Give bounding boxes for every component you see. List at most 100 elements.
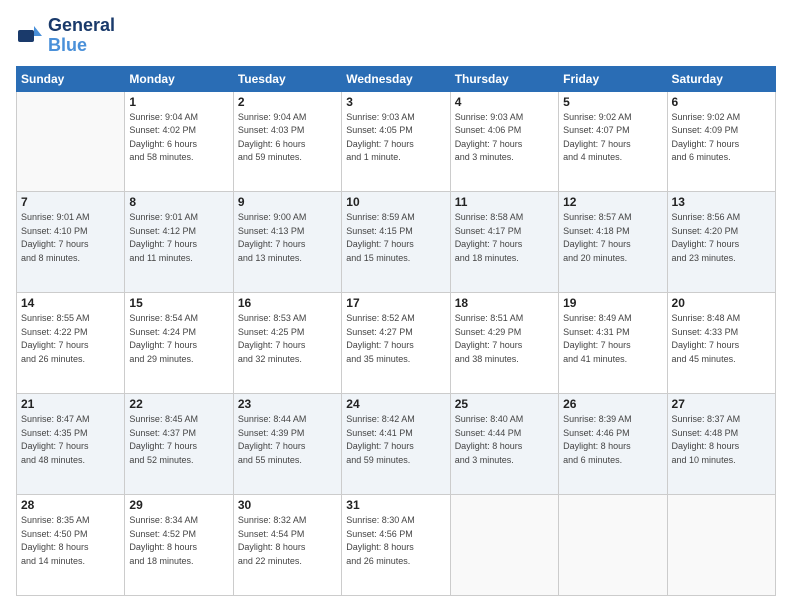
day-number: 17 [346, 296, 445, 310]
day-number: 22 [129, 397, 228, 411]
day-cell: 9 Sunrise: 9:00 AMSunset: 4:13 PMDaylight… [233, 192, 341, 293]
day-info: Sunrise: 9:00 AMSunset: 4:13 PMDaylight:… [238, 211, 337, 265]
day-number: 20 [672, 296, 771, 310]
day-number: 2 [238, 95, 337, 109]
day-number: 27 [672, 397, 771, 411]
day-cell: 3 Sunrise: 9:03 AMSunset: 4:05 PMDaylight… [342, 91, 450, 192]
day-number: 8 [129, 195, 228, 209]
day-info: Sunrise: 9:02 AMSunset: 4:09 PMDaylight:… [672, 111, 771, 165]
day-cell: 16 Sunrise: 8:53 AMSunset: 4:25 PMDayligh… [233, 293, 341, 394]
day-info: Sunrise: 8:39 AMSunset: 4:46 PMDaylight:… [563, 413, 662, 467]
day-info: Sunrise: 8:30 AMSunset: 4:56 PMDaylight:… [346, 514, 445, 568]
calendar-page: General Blue SundayMondayTuesdayWednesda… [0, 0, 792, 612]
day-number: 9 [238, 195, 337, 209]
day-cell [17, 91, 125, 192]
day-cell: 5 Sunrise: 9:02 AMSunset: 4:07 PMDaylight… [559, 91, 667, 192]
week-row-5: 28Sunrise: 8:35 AMSunset: 4:50 PMDayligh… [17, 495, 776, 596]
day-number: 6 [672, 95, 771, 109]
weekday-header-row: SundayMondayTuesdayWednesdayThursdayFrid… [17, 66, 776, 91]
day-info: Sunrise: 8:48 AMSunset: 4:33 PMDaylight:… [672, 312, 771, 366]
day-cell [450, 495, 558, 596]
day-number: 21 [21, 397, 120, 411]
day-cell: 8Sunrise: 9:01 AMSunset: 4:12 PMDaylight… [125, 192, 233, 293]
day-cell: 25 Sunrise: 8:40 AMSunset: 4:44 PMDayligh… [450, 394, 558, 495]
day-info: Sunrise: 8:47 AMSunset: 4:35 PMDaylight:… [21, 413, 120, 467]
day-info: Sunrise: 8:52 AMSunset: 4:27 PMDaylight:… [346, 312, 445, 366]
day-number: 7 [21, 195, 120, 209]
logo-name: General Blue [48, 16, 115, 56]
day-number: 16 [238, 296, 337, 310]
day-number: 18 [455, 296, 554, 310]
day-number: 5 [563, 95, 662, 109]
day-info: Sunrise: 8:51 AMSunset: 4:29 PMDaylight:… [455, 312, 554, 366]
weekday-header-wednesday: Wednesday [342, 66, 450, 91]
day-cell: 2 Sunrise: 9:04 AMSunset: 4:03 PMDaylight… [233, 91, 341, 192]
day-info: Sunrise: 8:45 AMSunset: 4:37 PMDaylight:… [129, 413, 228, 467]
day-info: Sunrise: 8:44 AMSunset: 4:39 PMDaylight:… [238, 413, 337, 467]
weekday-header-thursday: Thursday [450, 66, 558, 91]
day-number: 26 [563, 397, 662, 411]
day-info: Sunrise: 9:02 AMSunset: 4:07 PMDaylight:… [563, 111, 662, 165]
day-info: Sunrise: 8:35 AMSunset: 4:50 PMDaylight:… [21, 514, 120, 568]
day-cell: 18 Sunrise: 8:51 AMSunset: 4:29 PMDayligh… [450, 293, 558, 394]
day-info: Sunrise: 8:58 AMSunset: 4:17 PMDaylight:… [455, 211, 554, 265]
day-cell: 29 Sunrise: 8:34 AMSunset: 4:52 PMDayligh… [125, 495, 233, 596]
day-cell: 7Sunrise: 9:01 AMSunset: 4:10 PMDaylight… [17, 192, 125, 293]
day-info: Sunrise: 8:37 AMSunset: 4:48 PMDaylight:… [672, 413, 771, 467]
day-number: 3 [346, 95, 445, 109]
day-cell: 10Sunrise: 8:59 AMSunset: 4:15 PMDayligh… [342, 192, 450, 293]
day-info: Sunrise: 9:03 AMSunset: 4:06 PMDaylight:… [455, 111, 554, 165]
day-cell: 20 Sunrise: 8:48 AMSunset: 4:33 PMDayligh… [667, 293, 775, 394]
day-cell: 17 Sunrise: 8:52 AMSunset: 4:27 PMDayligh… [342, 293, 450, 394]
day-info: Sunrise: 8:53 AMSunset: 4:25 PMDaylight:… [238, 312, 337, 366]
logo-icon [16, 22, 44, 50]
day-number: 12 [563, 195, 662, 209]
day-cell: 14 Sunrise: 8:55 AMSunset: 4:22 PMDayligh… [17, 293, 125, 394]
day-info: Sunrise: 9:04 AMSunset: 4:03 PMDaylight:… [238, 111, 337, 165]
day-cell: 19 Sunrise: 8:49 AMSunset: 4:31 PMDayligh… [559, 293, 667, 394]
header: General Blue [16, 16, 776, 56]
day-number: 14 [21, 296, 120, 310]
day-cell: 24 Sunrise: 8:42 AMSunset: 4:41 PMDayligh… [342, 394, 450, 495]
day-info: Sunrise: 8:55 AMSunset: 4:22 PMDaylight:… [21, 312, 120, 366]
day-info: Sunrise: 8:42 AMSunset: 4:41 PMDaylight:… [346, 413, 445, 467]
day-number: 11 [455, 195, 554, 209]
day-cell: 11 Sunrise: 8:58 AMSunset: 4:17 PMDayligh… [450, 192, 558, 293]
day-cell: 4 Sunrise: 9:03 AMSunset: 4:06 PMDaylight… [450, 91, 558, 192]
day-cell: 22 Sunrise: 8:45 AMSunset: 4:37 PMDayligh… [125, 394, 233, 495]
day-cell [667, 495, 775, 596]
day-info: Sunrise: 8:32 AMSunset: 4:54 PMDaylight:… [238, 514, 337, 568]
weekday-header-tuesday: Tuesday [233, 66, 341, 91]
day-info: Sunrise: 8:49 AMSunset: 4:31 PMDaylight:… [563, 312, 662, 366]
day-number: 25 [455, 397, 554, 411]
day-cell: 6 Sunrise: 9:02 AMSunset: 4:09 PMDaylight… [667, 91, 775, 192]
day-info: Sunrise: 8:40 AMSunset: 4:44 PMDaylight:… [455, 413, 554, 467]
day-number: 29 [129, 498, 228, 512]
day-info: Sunrise: 9:04 AMSunset: 4:02 PMDaylight:… [129, 111, 228, 165]
day-number: 1 [129, 95, 228, 109]
calendar-table: SundayMondayTuesdayWednesdayThursdayFrid… [16, 66, 776, 596]
day-number: 15 [129, 296, 228, 310]
day-number: 19 [563, 296, 662, 310]
day-cell: 30 Sunrise: 8:32 AMSunset: 4:54 PMDayligh… [233, 495, 341, 596]
day-cell: 23 Sunrise: 8:44 AMSunset: 4:39 PMDayligh… [233, 394, 341, 495]
day-cell: 31 Sunrise: 8:30 AMSunset: 4:56 PMDayligh… [342, 495, 450, 596]
weekday-header-friday: Friday [559, 66, 667, 91]
day-info: Sunrise: 8:56 AMSunset: 4:20 PMDaylight:… [672, 211, 771, 265]
week-row-4: 21 Sunrise: 8:47 AMSunset: 4:35 PMDayligh… [17, 394, 776, 495]
day-number: 23 [238, 397, 337, 411]
day-cell: 26 Sunrise: 8:39 AMSunset: 4:46 PMDayligh… [559, 394, 667, 495]
day-number: 13 [672, 195, 771, 209]
day-cell: 15Sunrise: 8:54 AMSunset: 4:24 PMDayligh… [125, 293, 233, 394]
day-info: Sunrise: 9:03 AMSunset: 4:05 PMDaylight:… [346, 111, 445, 165]
day-number: 30 [238, 498, 337, 512]
day-number: 4 [455, 95, 554, 109]
day-number: 24 [346, 397, 445, 411]
day-info: Sunrise: 8:34 AMSunset: 4:52 PMDaylight:… [129, 514, 228, 568]
day-cell: 1 Sunrise: 9:04 AMSunset: 4:02 PMDaylight… [125, 91, 233, 192]
week-row-1: 1 Sunrise: 9:04 AMSunset: 4:02 PMDaylight… [17, 91, 776, 192]
weekday-header-monday: Monday [125, 66, 233, 91]
day-number: 31 [346, 498, 445, 512]
weekday-header-sunday: Sunday [17, 66, 125, 91]
day-info: Sunrise: 8:57 AMSunset: 4:18 PMDaylight:… [563, 211, 662, 265]
